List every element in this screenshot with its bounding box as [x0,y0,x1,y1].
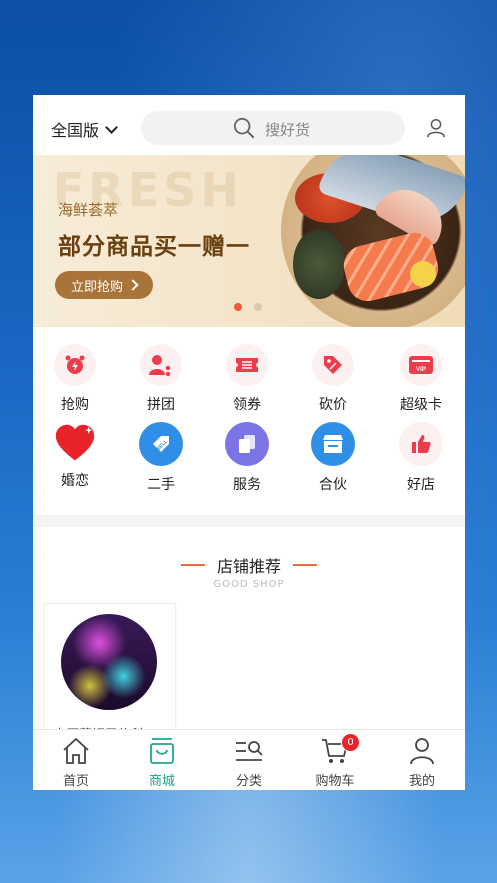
search-input[interactable]: 搜好货 [141,111,405,145]
section-divider [33,515,465,527]
banner-subtitle: 海鲜荟萃 [58,201,119,219]
lemon-image [410,261,436,287]
user-icon[interactable] [425,117,447,139]
grid-item-super-card[interactable]: VIP 超级卡 [391,344,451,414]
section-subtitle: GOOD SHOP [213,579,285,590]
vip-card-icon: VIP [409,356,433,374]
group-users-icon [149,355,171,377]
profile-icon [410,738,434,765]
grid-item-services[interactable]: 服务 [217,422,277,494]
tab-cart[interactable]: 0 购物车 [300,733,370,789]
shopping-bag-icon [150,738,174,764]
grid-item-bargain[interactable]: 砍价 [303,344,363,414]
section-header: 店铺推荐 GOOD SHOP [33,551,465,590]
tab-profile[interactable]: 我的 [387,736,457,789]
app-window: 全国版 搜好货 FRESH 海鲜荟萃 部分商品买一赠一 立即抢购 抢购 拼团 领… [33,95,465,790]
region-label: 全国版 [51,121,100,140]
top-bar: 全国版 搜好货 [33,95,465,155]
title-line-left [180,564,205,566]
alarm-clock-icon [65,355,85,374]
cart-count-badge: 0 [341,733,360,752]
chevron-down-icon [105,120,118,134]
grid-item-coupons[interactable]: 领券 [217,344,277,414]
storefront-icon [323,435,343,453]
buy-now-label: 立即抢购 [70,279,123,295]
search-placeholder: 搜好货 [265,121,311,139]
grid-item-group-buy[interactable]: 拼团 [131,344,191,414]
grid-item-good-stores[interactable]: 好店 [391,422,451,494]
documents-icon [239,435,255,453]
region-selector[interactable]: 全国版 [51,117,118,141]
grid-item-dating[interactable]: 婚恋 [45,422,105,490]
ticket-icon [236,358,258,372]
tab-mall[interactable]: 商城 [127,736,197,789]
grid-item-flash-sale[interactable]: 抢购 [45,344,105,414]
tab-home[interactable]: 首页 [41,736,111,789]
price-tag-icon [324,356,342,374]
svg-text:VIP: VIP [416,367,426,373]
promo-banner[interactable]: FRESH 海鲜荟萃 部分商品买一赠一 立即抢购 [33,155,465,327]
shop-avatar [61,614,157,710]
heart-icon [55,424,95,461]
home-icon [63,738,89,764]
bottom-tab-bar: 首页 商城 分类 0 购物车 我的 [33,729,465,790]
shell-image [293,229,345,299]
grid-item-partnership[interactable]: 合伙 [303,422,363,494]
buy-now-button[interactable]: 立即抢购 [55,271,153,299]
search-icon [233,117,255,139]
carousel-dots [234,303,262,311]
category-search-icon [236,741,263,761]
grid-item-second-hand[interactable]: SELL 二手 [131,422,191,494]
section-title: 店铺推荐 [216,557,281,576]
carousel-dot[interactable] [254,303,262,311]
carousel-dot[interactable] [234,303,242,311]
title-line-right [293,564,317,566]
tab-categories[interactable]: 分类 [214,736,284,789]
sell-tag-icon: SELL [153,436,169,452]
banner-title: 部分商品买一赠一 [58,234,250,260]
thumbs-up-icon [412,435,431,453]
chevron-right-icon [127,279,139,291]
